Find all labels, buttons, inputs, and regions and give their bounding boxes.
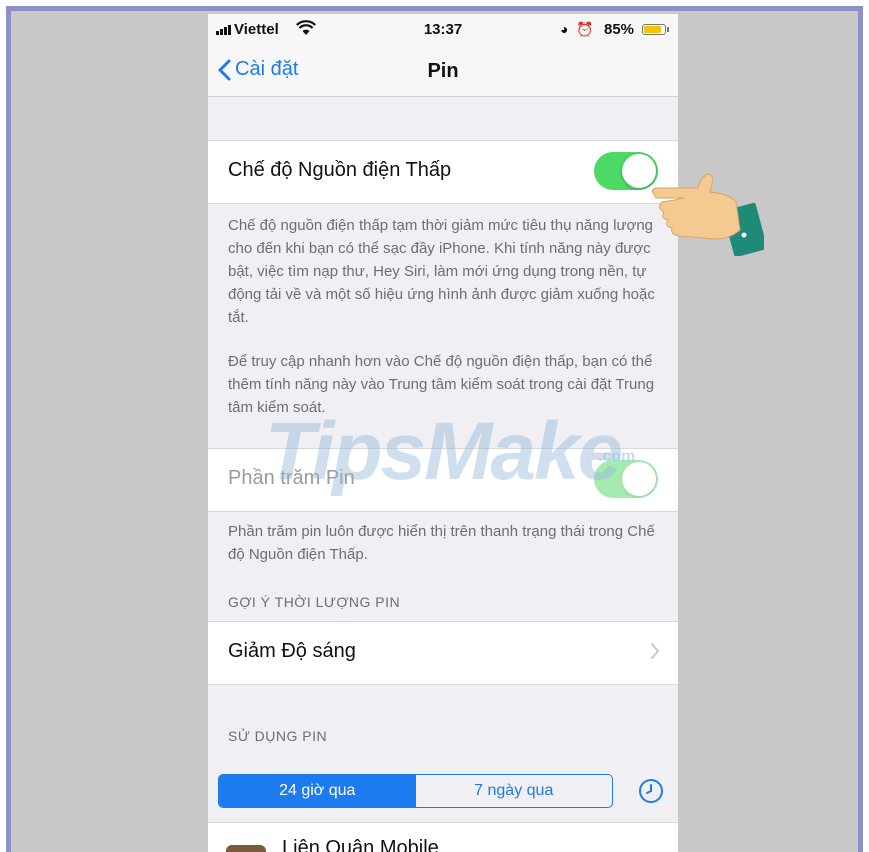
reduce-brightness-label: Giảm Độ sáng	[228, 640, 356, 662]
battery-percentage-description: Phần trăm pin luôn được hiển thị trên th…	[228, 523, 655, 563]
tab-last-24-hours[interactable]: 24 giờ qua	[219, 775, 416, 807]
phone-screen: Viettel 13:37 ◕ ⏰ 85% Cài đặt Pin Chế độ…	[208, 14, 678, 852]
battery-percent: 85%	[604, 21, 635, 38]
app-usage-row[interactable]: Liên Quân Mobile	[208, 822, 678, 852]
app-icon	[226, 845, 266, 852]
page-title: Pin	[427, 60, 459, 82]
chevron-right-icon	[651, 643, 660, 659]
navigation-bar: Cài đặt Pin	[208, 46, 678, 97]
pointing-hand-icon	[651, 173, 764, 256]
battery-percentage-label: Phần trăm Pin	[228, 467, 355, 489]
reduce-brightness-row[interactable]: Giảm Độ sáng	[208, 621, 678, 685]
low-power-mode-row: Chế độ Nguồn điện Thấp	[208, 140, 678, 204]
status-bar: Viettel 13:37 ◕ ⏰ 85%	[208, 14, 678, 46]
low-power-mode-label: Chế độ Nguồn điện Thấp	[228, 159, 452, 181]
battery-suggestions-header: GỢI Ý THỜI LƯỢNG PIN	[228, 594, 401, 610]
low-power-control-center-note: Để truy cập nhanh hơn vào Chế độ nguồn đ…	[228, 353, 655, 416]
rotation-lock-icon: ◕	[560, 21, 569, 37]
battery-usage-header: SỬ DỤNG PIN	[228, 728, 328, 744]
alarm-icon: ⏰	[576, 21, 594, 37]
clock-icon[interactable]	[638, 778, 664, 804]
usage-period-segmented-control: 24 giờ qua 7 ngày qua	[218, 774, 613, 808]
app-name: Liên Quân Mobile	[282, 837, 439, 852]
battery-percentage-row: Phần trăm Pin	[208, 448, 678, 512]
battery-icon	[642, 24, 666, 35]
tab-last-7-days[interactable]: 7 ngày qua	[416, 775, 613, 807]
low-power-description: Chế độ nguồn điện thấp tạm thời giảm mức…	[228, 217, 655, 326]
battery-percentage-toggle[interactable]	[594, 460, 658, 498]
